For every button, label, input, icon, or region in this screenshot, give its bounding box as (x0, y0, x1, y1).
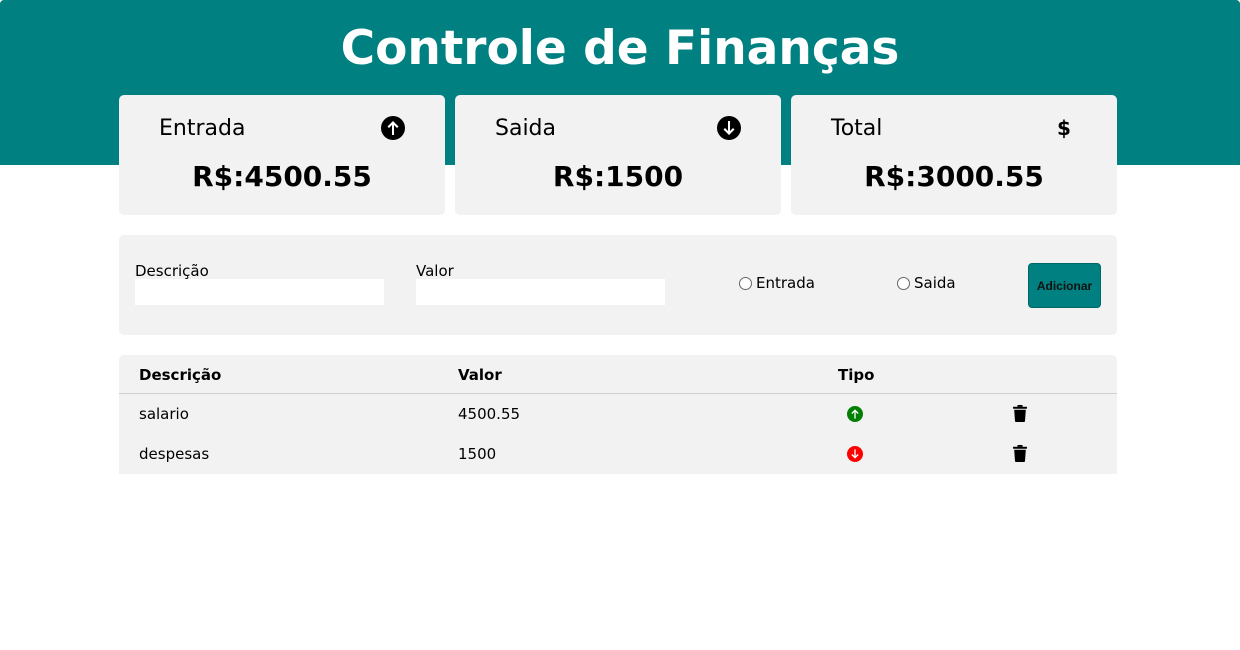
row-valor: 4500.55 (458, 405, 521, 423)
valor-label: Valor (416, 262, 454, 280)
row-descricao: despesas (139, 445, 210, 463)
card-entrada-label: Entrada (159, 116, 246, 141)
page-title: Controle de Finanças (340, 21, 900, 76)
card-saida-value: R$:1500 (552, 160, 684, 193)
radio-entrada-label: Entrada (756, 274, 815, 292)
arrow-up-circle-icon (381, 116, 405, 140)
card-saida: Saida R$:1500 (455, 95, 781, 215)
descricao-input[interactable] (135, 279, 384, 305)
radio-saida[interactable]: Saida (897, 274, 956, 292)
radio-entrada-circle[interactable] (739, 276, 752, 290)
card-total-label: Total (831, 116, 883, 141)
card-total: Total $ R$:3000.55 (791, 95, 1117, 215)
trash-icon[interactable] (1013, 405, 1027, 422)
transactions-table: Descrição Valor Tipo salario 4500.55 des… (119, 355, 1117, 474)
column-header-valor: Valor (458, 366, 502, 384)
table-row: salario 4500.55 (119, 394, 1117, 434)
column-header-tipo: Tipo (838, 366, 875, 384)
valor-input[interactable] (416, 279, 665, 305)
radio-saida-circle[interactable] (897, 276, 910, 290)
transaction-form: Descrição Valor Entrada Saida Adicionar (119, 235, 1117, 335)
arrow-up-circle-icon (847, 406, 863, 422)
card-total-value: R$:3000.55 (864, 160, 1044, 193)
row-descricao: salario (139, 405, 189, 423)
radio-entrada[interactable]: Entrada (739, 274, 815, 292)
row-valor: 1500 (458, 445, 497, 463)
trash-icon[interactable] (1013, 445, 1027, 462)
radio-saida-label: Saida (914, 274, 956, 292)
arrow-down-circle-icon (847, 446, 863, 462)
table-row: despesas 1500 (119, 434, 1117, 474)
card-entrada: Entrada R$:4500.55 (119, 95, 445, 215)
dollar-icon: $ (1057, 116, 1071, 140)
column-header-descricao: Descrição (139, 366, 222, 384)
card-entrada-value: R$:4500.55 (192, 160, 372, 193)
add-button[interactable]: Adicionar (1028, 263, 1101, 308)
card-saida-label: Saida (495, 116, 557, 141)
descricao-label: Descrição (135, 262, 209, 280)
arrow-down-circle-icon (717, 116, 741, 140)
